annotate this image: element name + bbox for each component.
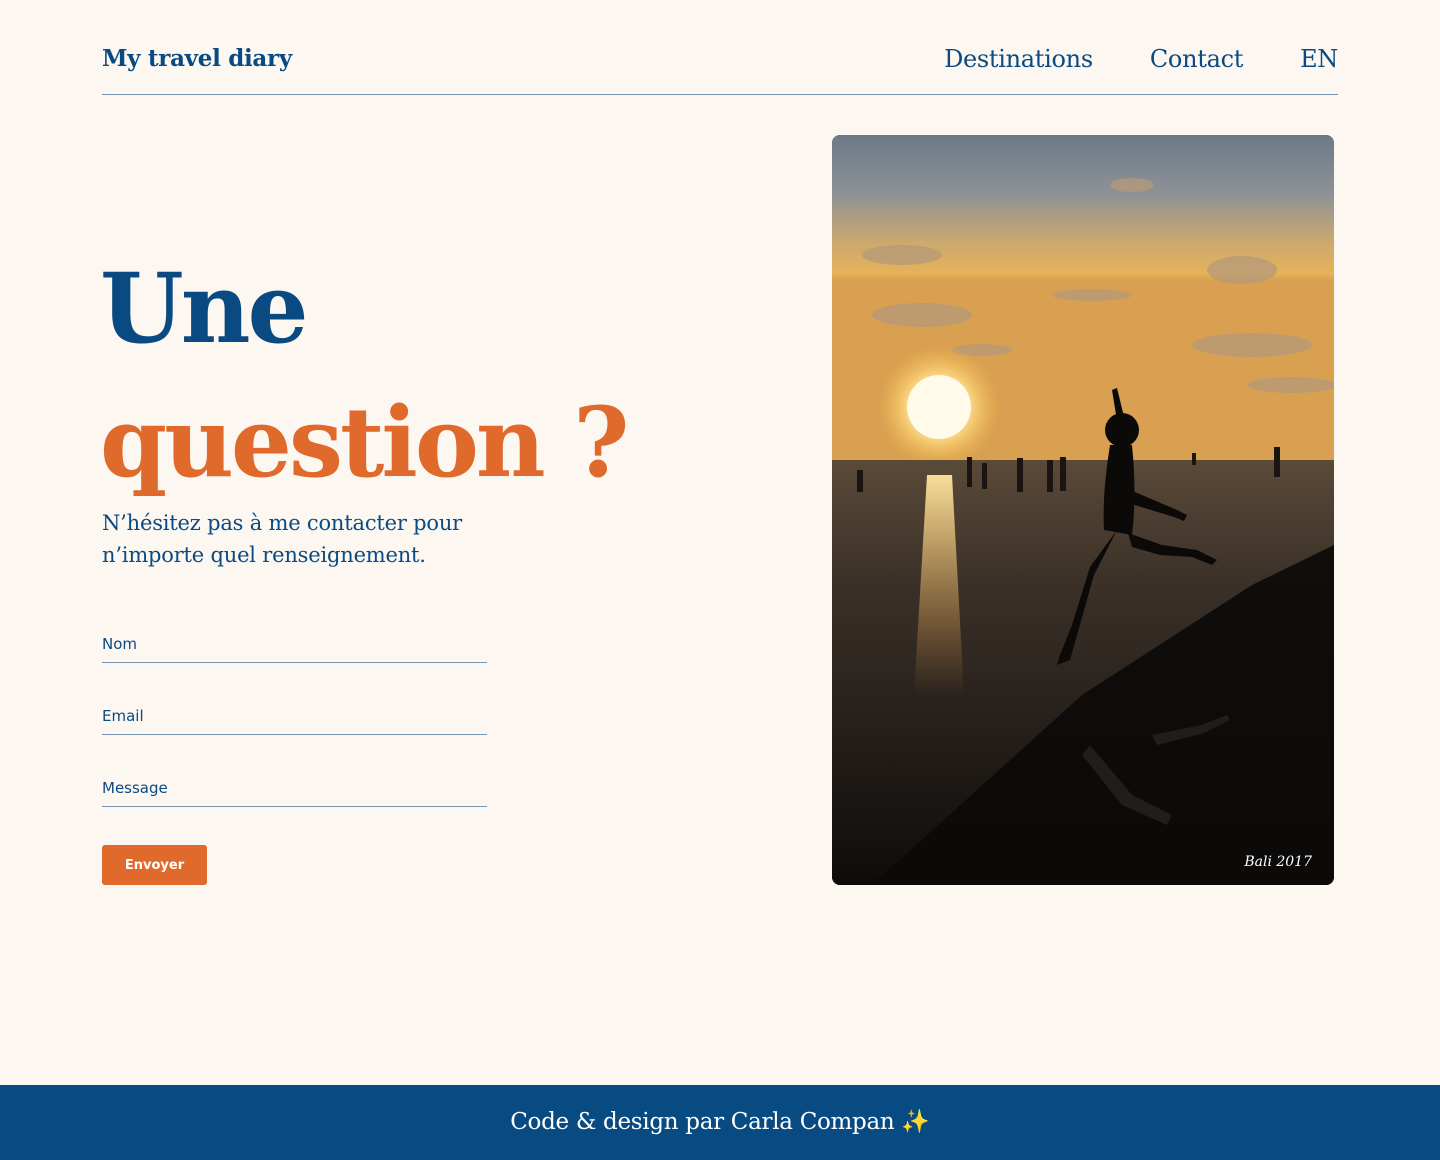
contact-form: Envoyer [102, 612, 487, 885]
email-input[interactable] [102, 684, 487, 734]
main-nav: Destinations Contact EN [887, 45, 1338, 73]
send-button[interactable]: Envoyer [102, 845, 207, 885]
footer-credit: Code & design par Carla Compan ✨ [510, 1109, 930, 1135]
name-input[interactable] [102, 612, 487, 662]
email-field-wrapper [102, 684, 487, 735]
sunset-illustration [832, 135, 1334, 885]
page-title: Une question ? [100, 242, 629, 510]
message-input[interactable] [102, 756, 487, 806]
name-field-wrapper [102, 612, 487, 663]
nav-link-contact[interactable]: Contact [1150, 45, 1244, 73]
message-field-wrapper [102, 756, 487, 807]
headline-line-2: question ? [100, 386, 629, 499]
beach-sunset-photo: Bali 2017 [832, 135, 1334, 885]
site-header: My travel diary Destinations Contact EN [102, 0, 1338, 95]
headline-line-1: Une [100, 252, 309, 365]
nav-link-destinations[interactable]: Destinations [944, 45, 1093, 73]
page-subtitle: N’hésitez pas à me contacter pour n’impo… [102, 511, 463, 567]
photo-caption: Bali 2017 [1244, 854, 1312, 870]
brand-logo-link[interactable]: My travel diary [102, 45, 292, 72]
language-switch[interactable]: EN [1300, 45, 1338, 73]
site-footer: Code & design par Carla Compan ✨ [0, 1085, 1440, 1160]
